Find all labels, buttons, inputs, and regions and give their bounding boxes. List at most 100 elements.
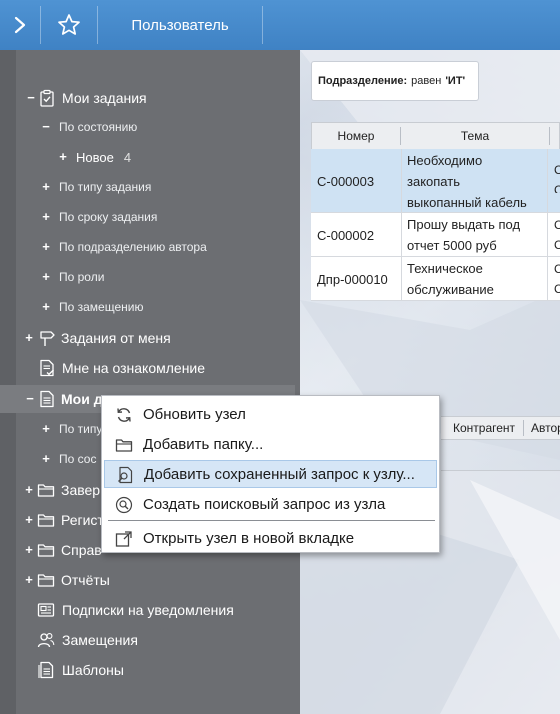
cell-clipped-line: С [554,262,560,276]
tree-item-label: По типу задания [59,180,152,194]
tree-item-by-role[interactable]: + По роли [0,263,300,291]
menu-item-add-folder[interactable]: Добавить папку... [104,431,437,459]
expand-toggle[interactable]: + [24,476,34,504]
expand-toggle[interactable]: + [41,293,51,321]
table-row[interactable]: С-000002 Прошу выдать под отчет 5000 руб… [311,213,560,257]
cell-topic-line: обслуживание [407,282,494,297]
cell-divider [401,149,402,213]
table-row[interactable]: Дпр-000010 Техническое обслуживание С С [311,257,560,301]
menu-item-refresh-node[interactable]: Обновить узел [104,401,437,429]
expand-toggle[interactable]: + [41,233,51,261]
favorites-button[interactable] [41,0,97,50]
expand-toggle[interactable]: + [41,445,51,473]
tree-item-by-substitution[interactable]: + По замещению [0,293,300,321]
tree-item-templates[interactable]: Шаблоны [0,656,300,684]
tree-item-label: По типу [59,422,103,436]
column-separator[interactable] [549,127,550,145]
filter-operator: равен [411,75,442,87]
column-header-number[interactable]: Номер [312,123,400,149]
tree-item-label: Справ [61,542,102,558]
cell-clipped-line: С [554,282,560,296]
tree-item-reports[interactable]: + Отчёты [0,566,300,594]
folder-add-icon [115,439,133,452]
cell-number: С-000002 [317,227,375,243]
topbar-separator [262,6,263,44]
cell-topic-line: выкопанный кабель [407,195,527,210]
collapse-toggle[interactable]: − [41,113,51,141]
expand-toggle[interactable]: + [41,173,51,201]
tree-item-label: Новое [76,149,114,165]
context-menu: Обновить узел Добавить папку... Добавить… [101,395,440,553]
expand-toggle[interactable]: + [24,506,34,534]
tree-item-by-state[interactable]: − По состоянию [0,113,300,141]
tree-item-by-task-type[interactable]: + По типу задания [0,173,300,201]
tree-item-label: Регист [61,512,104,528]
menu-item-label: Обновить узел [143,406,246,423]
expand-toggle[interactable]: + [41,415,51,443]
cell-divider [401,213,402,257]
sidebar-tree: − Мои задания − По состоянию + Новое 4 +… [0,50,300,714]
open-new-tab-icon [115,531,132,547]
tree-item-by-author-department[interactable]: + По подразделению автора [0,233,300,261]
collapse-toggle[interactable]: − [25,385,35,413]
cell-number: Дпр-000010 [317,271,388,287]
tab-user[interactable]: Пользователь [98,0,262,50]
star-icon [58,14,80,35]
filter-chip[interactable]: Подразделение: равен 'ИТ' [311,61,479,101]
cell-topic-line: закопать [407,174,460,189]
tree-item-label: Шаблоны [62,662,124,678]
menu-item-add-saved-query[interactable]: Добавить сохраненный запрос к узлу... [104,460,437,488]
document-check-icon [40,359,54,377]
expand-toggle[interactable]: + [24,324,34,352]
menu-item-create-search-query[interactable]: Создать поисковый запрос из узла [104,491,437,519]
refresh-icon [117,408,131,422]
tree-item-label: По замещению [59,300,144,314]
cell-divider [547,149,548,213]
expand-toggle[interactable]: + [41,263,51,291]
column-header-topic[interactable]: Тема [401,123,549,149]
tree-item-label: По подразделению автора [59,240,207,254]
menu-separator [108,520,435,521]
expand-toggle[interactable]: + [24,566,34,594]
cell-topic-line: Прошу выдать под [407,217,521,232]
folder-icon [37,574,55,587]
tree-item-label: Задания от меня [61,330,171,346]
saved-query-icon [118,466,133,484]
column-separator[interactable] [523,420,524,436]
column-header-contractor[interactable]: Контрагент [453,417,515,439]
tree-item-substitutions[interactable]: Замещения [0,626,300,654]
cell-clipped-line: С [554,183,560,193]
tree-item-tasks-from-me[interactable]: + Задания от меня [0,324,300,352]
tree-item-by-due-date[interactable]: + По сроку задания [0,203,300,231]
cell-topic: Прошу выдать под отчет 5000 руб [407,213,547,257]
table-row[interactable]: С-000003 Необходимо закопать выкопанный … [311,149,560,213]
filter-field: Подразделение: [318,75,408,87]
cell-topic: Необходимо закопать выкопанный кабель [407,149,547,213]
cell-topic-line: Техническое [407,261,483,276]
menu-item-open-in-new-tab[interactable]: Открыть узел в новой вкладке [104,525,437,553]
tree-item-label: Завер [61,482,101,498]
cell-divider [401,257,402,301]
tree-item-for-review[interactable]: Мне на ознакомление [0,354,300,382]
column-header-author[interactable]: Автор [531,417,560,439]
tree-item-subscriptions[interactable]: Подписки на уведомления [0,596,300,624]
menu-item-label: Создать поисковый запрос из узла [143,496,386,513]
tree-item-label: Мои д [61,391,103,407]
menu-item-label: Открыть узел в новой вкладке [143,530,355,547]
tree-item-label: По сос [59,452,97,466]
expand-toggle[interactable]: + [24,536,34,564]
tree-item-label: Подписки на уведомления [62,602,234,618]
tree-item-new[interactable]: + Новое 4 [0,143,300,171]
grid-divider [441,470,560,471]
expand-button[interactable] [0,0,40,50]
tree-item-label: Отчёты [61,572,110,588]
search-query-icon [115,496,133,514]
tree-item-my-tasks[interactable]: − Мои задания [0,84,300,112]
expand-toggle[interactable]: + [58,143,68,171]
expand-toggle[interactable]: + [41,203,51,231]
tree-item-label: Мне на ознакомление [62,360,206,376]
filter-value: 'ИТ' [445,75,466,87]
subscription-icon [37,603,55,617]
collapse-toggle[interactable]: − [26,84,36,112]
menu-item-label: Добавить сохраненный запрос к узлу... [144,466,415,483]
